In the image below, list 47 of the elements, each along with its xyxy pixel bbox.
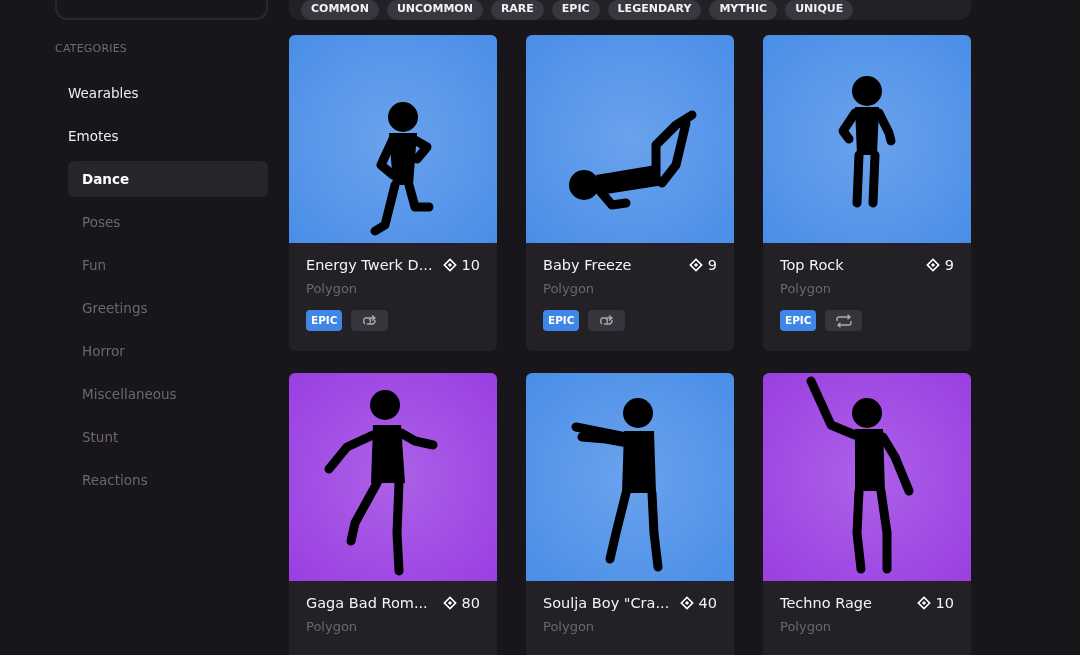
diamond-icon <box>925 258 940 272</box>
emote-card[interactable]: Baby Freeze 9 Polygon EPIC <box>526 35 734 351</box>
network-label: Polygon <box>306 619 359 634</box>
emote-name: Baby Freeze <box>543 257 632 273</box>
emote-name: Soulja Boy "Cra... <box>543 595 670 611</box>
rarity-badge: EPIC <box>543 310 580 331</box>
price: 40 <box>698 595 717 611</box>
network-label: Polygon <box>543 281 596 296</box>
price: 10 <box>935 595 954 611</box>
emote-name: Energy Twerk D... <box>306 257 433 273</box>
emote-card[interactable]: Top Rock 9 Polygon EPIC <box>763 35 971 351</box>
network-label: Polygon <box>780 281 833 296</box>
repeat-once-icon <box>361 313 379 328</box>
rarity-filter-chip[interactable]: UNIQUE <box>785 0 854 20</box>
diamond-icon <box>442 596 457 610</box>
rarity-filter-chip[interactable]: RARE <box>490 0 544 20</box>
emote-card[interactable]: Techno Rage 10 Polygon <box>763 373 971 655</box>
category-item[interactable]: Wearables <box>68 75 268 111</box>
emote-card[interactable]: Soulja Boy "Cra... 40 Polygon <box>526 373 734 655</box>
diamond-icon <box>679 596 694 610</box>
rarity-filter-chip[interactable]: EPIC <box>551 0 600 20</box>
category-item[interactable]: Emotes <box>68 118 268 154</box>
price: 10 <box>461 257 480 273</box>
section-heading: CATEGORIES <box>55 42 129 55</box>
category-item[interactable]: Dance <box>68 161 268 197</box>
diamond-icon <box>916 596 931 610</box>
diamond-icon <box>688 258 703 272</box>
emote-name: Gaga Bad Rom... <box>306 595 428 611</box>
repeat-once-icon <box>598 313 616 328</box>
price: 9 <box>707 257 717 273</box>
price: 9 <box>944 257 954 273</box>
emote-name: Techno Rage <box>780 595 872 611</box>
repeat-icon <box>835 313 853 328</box>
price: 80 <box>461 595 480 611</box>
emote-name: Top Rock <box>780 257 844 273</box>
rarity-filter-chip[interactable]: MYTHIC <box>709 0 778 20</box>
emote-card[interactable]: Energy Twerk D... 10 Polygon EPIC <box>289 35 497 351</box>
rarity-badge: EPIC <box>780 310 817 331</box>
rarity-filter-chip[interactable]: LEGENDARY <box>607 0 702 20</box>
rarity-badge: EPIC <box>306 310 343 331</box>
network-label: Polygon <box>543 619 596 634</box>
rarity-filter-chip[interactable]: UNCOMMON <box>386 0 483 20</box>
diamond-icon <box>442 258 457 272</box>
network-label: Polygon <box>780 619 833 634</box>
emote-card[interactable]: Gaga Bad Rom... 80 Polygon <box>289 373 497 655</box>
network-label: Polygon <box>306 281 359 296</box>
rarity-filter-chip[interactable]: COMMON <box>301 0 379 20</box>
